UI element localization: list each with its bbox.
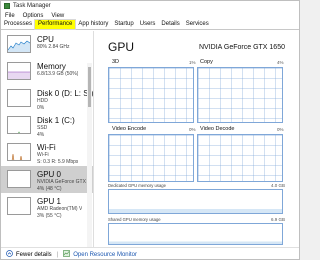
menu-options[interactable]: Options xyxy=(19,13,48,19)
sidebar-item-value: 4% xyxy=(37,131,45,138)
sidebar-item-detail: 80% 2.84 GHz xyxy=(37,44,70,50)
sidebar-item-value: 0% xyxy=(37,104,45,111)
shared-memory-max: 6.9 GB xyxy=(271,217,286,222)
sidebar-item-gpu-0[interactable]: GPU 0 NVIDIA GeForce GTX 4% (48 °C) xyxy=(1,166,93,193)
sidebar-item-detail: 6.8/13.9 GB (50%) xyxy=(37,71,79,77)
disk-0-thumbnail-graph xyxy=(7,89,31,107)
tab-startup[interactable]: Startup xyxy=(111,20,136,29)
sidebar-item-title: Memory xyxy=(37,62,66,71)
sidebar-item-title: GPU 1 xyxy=(37,197,62,206)
engine-label-video-encode: Video Encode xyxy=(112,126,147,132)
engine-label-video-decode: Video Decode xyxy=(200,126,235,132)
gpu-detail-panel: GPU NVIDIA GeForce GTX 1650 3D 1% Copy 4… xyxy=(101,31,299,247)
graph-video-encode xyxy=(108,134,194,182)
tab-users[interactable]: Users xyxy=(137,20,159,29)
cpu-thumbnail-graph xyxy=(7,35,31,53)
scrollbar-thumb[interactable] xyxy=(88,67,91,107)
sidebar-item-wifi[interactable]: Wi-Fi Wi-Fi S: 0.3 R: 5.9 Mbps xyxy=(1,139,93,166)
sidebar-item-value: 3% (55 °C) xyxy=(37,212,62,219)
open-resource-monitor-link[interactable]: Open Resource Monitor xyxy=(63,250,137,259)
graph-copy xyxy=(197,67,283,123)
menu-bar: File Options View xyxy=(1,11,299,20)
tab-performance[interactable]: Performance xyxy=(34,19,77,30)
tab-bar: Processes Performance App history Startu… xyxy=(1,19,299,30)
sidebar-item-gpu-1[interactable]: GPU 1 AMD Radeon(TM) V 3% (55 °C) xyxy=(1,193,93,220)
task-manager-window: Task Manager File Options View Processes… xyxy=(0,0,300,260)
sidebar-item-title: GPU 0 xyxy=(37,170,62,179)
gpu-model-name: NVIDIA GeForce GTX 1650 xyxy=(199,44,285,51)
engine-label-copy: Copy xyxy=(200,59,213,65)
dedicated-memory-label: Dedicated GPU memory usage xyxy=(108,183,166,188)
sidebar-item-value: 4% (48 °C) xyxy=(37,185,62,192)
engine-pct-copy: 4% xyxy=(277,60,284,65)
window-title: Task Manager xyxy=(13,3,51,9)
menu-view[interactable]: View xyxy=(47,13,68,19)
engine-label-3d: 3D xyxy=(112,59,120,65)
sidebar-item-title: CPU xyxy=(37,35,54,44)
footer-divider: | xyxy=(56,251,59,258)
graph-video-decode xyxy=(197,134,283,182)
task-manager-icon xyxy=(4,3,10,9)
engine-pct-video-encode: 0% xyxy=(189,127,196,132)
sidebar-item-title: Disk 1 (C:) xyxy=(37,116,75,125)
gpu-1-thumbnail-graph xyxy=(7,197,31,215)
disk-1-thumbnail-graph xyxy=(7,116,31,134)
tab-details[interactable]: Details xyxy=(158,20,182,29)
footer-bar: Fewer details | Open Resource Monitor xyxy=(1,247,299,259)
tab-services[interactable]: Services xyxy=(183,20,212,29)
engine-pct-video-decode: 0% xyxy=(277,127,284,132)
tab-processes[interactable]: Processes xyxy=(1,20,35,29)
resource-monitor-icon xyxy=(63,250,71,259)
graph-dedicated-memory xyxy=(108,189,283,214)
fewer-details-label: Fewer details xyxy=(16,251,52,258)
sidebar-item-disk-0[interactable]: Disk 0 (D: L: S:) HDD 0% xyxy=(1,85,93,112)
tab-app-history[interactable]: App history xyxy=(75,20,111,29)
sidebar-item-value: S: 0.3 R: 5.9 Mbps xyxy=(37,158,79,165)
sidebar-item-memory[interactable]: Memory 6.8/13.9 GB (50%) xyxy=(1,58,93,85)
engine-pct-3d: 1% xyxy=(189,60,196,65)
gpu-0-thumbnail-graph xyxy=(7,170,31,188)
sidebar-item-title: Wi-Fi xyxy=(37,143,56,152)
performance-sidebar: CPU 80% 2.84 GHz Memory 6.8/13.9 GB (50%… xyxy=(1,31,94,247)
page-title: GPU xyxy=(108,40,135,54)
title-bar: Task Manager xyxy=(1,1,299,11)
graph-shared-memory xyxy=(108,223,283,245)
sidebar-item-disk-1[interactable]: Disk 1 (C:) SSD 4% xyxy=(1,112,93,139)
sidebar-item-cpu[interactable]: CPU 80% 2.84 GHz xyxy=(1,31,93,58)
chevron-up-icon xyxy=(6,250,13,259)
graph-3d xyxy=(108,67,194,123)
dedicated-memory-max: 4.0 GB xyxy=(271,183,286,188)
open-resource-monitor-label: Open Resource Monitor xyxy=(73,251,137,258)
fewer-details-button[interactable]: Fewer details xyxy=(6,250,52,259)
shared-memory-label: Shared GPU memory usage xyxy=(108,217,161,222)
memory-thumbnail-graph xyxy=(7,62,31,80)
sidebar-scrollbar[interactable] xyxy=(87,63,92,247)
sidebar-item-title: Disk 0 (D: L: S:) xyxy=(37,89,93,98)
menu-file[interactable]: File xyxy=(1,13,19,19)
wifi-thumbnail-graph xyxy=(7,143,31,161)
